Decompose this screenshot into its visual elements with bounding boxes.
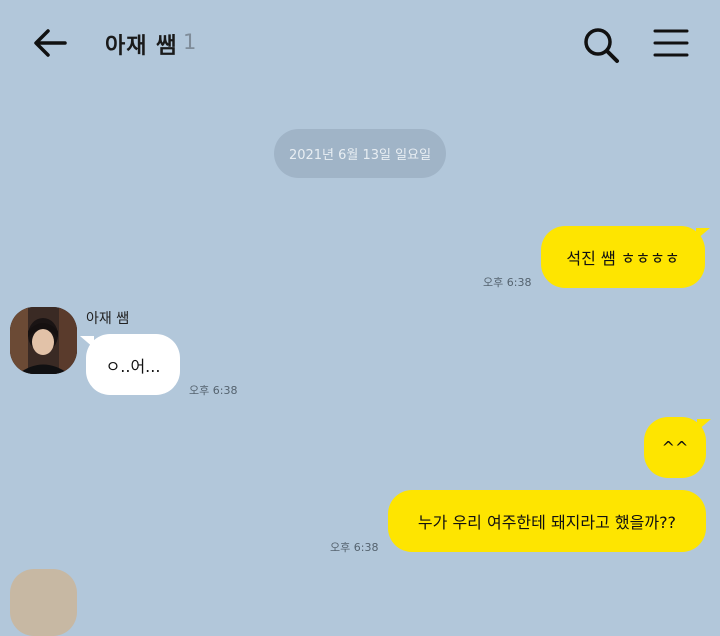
hamburger-menu-icon xyxy=(653,29,689,57)
sender-name: 아재 쌤 xyxy=(86,311,130,327)
avatar[interactable] xyxy=(10,569,77,636)
chat-title: 아재 쌤 xyxy=(105,34,178,59)
chat-header: 아재 쌤 1 xyxy=(0,0,720,88)
my-message-bubble[interactable]: 누가 우리 여주한테 돼지라고 했을까?? xyxy=(388,490,706,552)
arrow-left-icon xyxy=(34,29,67,57)
search-icon xyxy=(584,28,619,63)
my-message-bubble[interactable]: 석진 쌤 ㅎㅎㅎㅎ xyxy=(541,226,705,288)
their-message-bubble[interactable]: ㅇ..어... xyxy=(86,334,180,395)
search-button[interactable] xyxy=(580,24,622,66)
message-time: 오후 6:38 xyxy=(330,541,379,554)
back-button[interactable] xyxy=(30,24,70,64)
profile-photo xyxy=(10,307,77,374)
menu-button[interactable] xyxy=(652,26,690,62)
message-text: 석진 쌤 ㅎㅎㅎㅎ xyxy=(566,249,680,268)
message-time: 오후 6:38 xyxy=(483,276,532,289)
member-count: 1 xyxy=(183,30,197,54)
date-divider: 2021년 6월 13일 일요일 xyxy=(274,129,446,178)
avatar[interactable] xyxy=(10,307,77,374)
message-text: ^^ xyxy=(661,438,689,457)
bubble-tail xyxy=(696,228,710,240)
message-text: 누가 우리 여주한테 돼지라고 했을까?? xyxy=(417,513,677,532)
bubble-tail xyxy=(697,419,711,431)
bubble-tail xyxy=(80,336,94,348)
message-text: ㅇ..어... xyxy=(105,356,161,376)
message-time: 오후 6:38 xyxy=(189,384,238,397)
